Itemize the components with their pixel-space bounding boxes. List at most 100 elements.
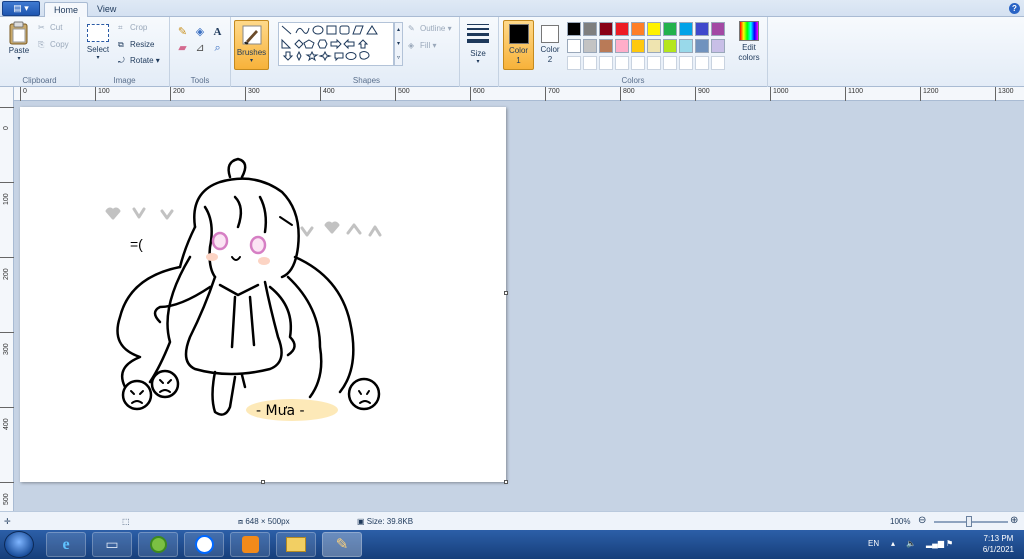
taskbar-folder[interactable] — [276, 532, 316, 557]
select-button[interactable]: Select ▾ — [84, 22, 112, 68]
custom-color-slot[interactable] — [647, 56, 661, 70]
palette-swatch[interactable] — [663, 22, 677, 36]
palette-swatch[interactable] — [679, 39, 693, 53]
shapes-gallery[interactable] — [278, 22, 394, 66]
palette-swatch[interactable] — [679, 22, 693, 36]
cut-button[interactable]: ✂ Cut — [38, 23, 62, 33]
clipboard-group: Paste ▾ ✂ Cut ⎘ Copy Clipboard — [0, 17, 80, 87]
resize-handle-bottom[interactable] — [261, 480, 265, 484]
network-icon[interactable]: ▂▄▆ — [926, 539, 944, 548]
ruler-label: 100 — [95, 87, 110, 101]
ruler-label: 500 — [0, 482, 14, 505]
custom-color-slot[interactable] — [567, 56, 581, 70]
rotate-button[interactable]: ⤾ Rotate ▾ — [118, 56, 160, 66]
tray-overflow-icon[interactable]: ▴ — [891, 539, 895, 548]
crop-button[interactable]: ⌗ Crop — [118, 23, 147, 33]
pencil-icon[interactable]: ✎ — [175, 25, 190, 40]
color2-label: Color 2 — [540, 45, 560, 64]
color1-swatch — [508, 24, 529, 44]
language-indicator[interactable]: EN — [868, 539, 879, 548]
rotate-icon: ⤾ — [118, 56, 125, 65]
eraser-icon[interactable]: ▰ — [175, 41, 190, 56]
color2-button[interactable]: Color 2 — [537, 20, 563, 70]
outline-icon: ✎ — [408, 24, 415, 33]
svg-text:=(: =( — [130, 236, 143, 252]
image-group-label: Image — [113, 76, 136, 85]
file-size-status: ▣ Size: 39.8KB — [357, 517, 413, 526]
palette-swatch[interactable] — [599, 22, 613, 36]
custom-color-slot[interactable] — [711, 56, 725, 70]
palette-swatch[interactable] — [631, 22, 645, 36]
palette-swatch[interactable] — [567, 22, 581, 36]
taskbar-coccoc[interactable] — [138, 532, 178, 557]
edit-colors-button[interactable]: Edit colors — [733, 21, 765, 71]
tray-app-icon[interactable]: ⚑ — [946, 539, 953, 548]
custom-color-slot[interactable] — [695, 56, 709, 70]
volume-icon[interactable]: 🔈 — [906, 539, 916, 548]
system-clock[interactable]: 7:13 PM 6/1/2021 — [983, 533, 1014, 555]
canvas-size-text: 648 × 500px — [245, 517, 290, 526]
shapes-scroll[interactable]: ▴ ▾ ▿ — [394, 22, 403, 66]
palette-swatch[interactable] — [615, 39, 629, 53]
palette-swatch[interactable] — [647, 22, 661, 36]
palette-swatch[interactable] — [567, 39, 581, 53]
zoom-in-button[interactable]: ⊕ — [1010, 515, 1018, 526]
tab-home[interactable]: Home — [44, 2, 89, 17]
resize-icon: ⧉ — [118, 40, 124, 49]
custom-color-slot[interactable] — [679, 56, 693, 70]
resize-handle-right[interactable] — [504, 291, 508, 295]
palette-swatch[interactable] — [583, 39, 597, 53]
outline-label: Outline — [420, 24, 446, 34]
clipboard-group-label: Clipboard — [22, 76, 57, 85]
custom-color-slot[interactable] — [663, 56, 677, 70]
text-icon[interactable]: A — [210, 26, 225, 41]
drawing-canvas[interactable]: =(- Mưa - — [20, 107, 508, 484]
scissors-icon: ✂ — [38, 23, 45, 32]
paste-button[interactable]: Paste ▾ — [5, 21, 33, 67]
zoom-slider[interactable] — [934, 516, 1008, 527]
palette-swatch[interactable] — [583, 22, 597, 36]
fill-button[interactable]: ◈ Fill ▾ — [408, 41, 436, 51]
zoom-slider-thumb[interactable] — [966, 516, 972, 527]
palette-swatch[interactable] — [711, 39, 725, 53]
taskbar-media-player[interactable] — [230, 532, 270, 557]
tab-strip: ▤ ▾ Home View ? — [0, 0, 1024, 17]
zoom-out-button[interactable]: ⊖ — [918, 515, 926, 526]
resize-label: Resize — [130, 40, 155, 50]
palette-swatch[interactable] — [695, 22, 709, 36]
help-icon[interactable]: ? — [1009, 3, 1020, 14]
tab-view[interactable]: View — [88, 2, 125, 17]
resize-handle-corner[interactable] — [504, 480, 508, 484]
outline-button[interactable]: ✎ Outline ▾ — [408, 24, 452, 34]
app-menu-button[interactable]: ▤ ▾ — [2, 1, 40, 16]
size-button[interactable]: Size ▾ — [463, 20, 493, 70]
taskbar-paint[interactable]: ✎ — [322, 532, 362, 557]
custom-color-slot[interactable] — [583, 56, 597, 70]
magnifier-icon[interactable]: ⌕ — [210, 42, 225, 57]
palette-swatch[interactable] — [663, 39, 677, 53]
color1-button[interactable]: Color 1 — [503, 20, 534, 70]
browser-icon — [149, 536, 167, 553]
copy-label: Copy — [50, 40, 69, 50]
resize-button[interactable]: ⧉ Resize — [118, 40, 154, 50]
start-button[interactable] — [4, 531, 34, 558]
custom-color-slot[interactable] — [615, 56, 629, 70]
taskbar-zalo[interactable] — [184, 532, 224, 557]
taskbar-explorer-pc[interactable]: ▭ — [92, 532, 132, 557]
color-picker-icon[interactable]: ⊿ — [193, 41, 208, 56]
palette-swatch[interactable] — [615, 22, 629, 36]
bucket-icon: ◈ — [408, 41, 415, 50]
palette-swatch[interactable] — [695, 39, 709, 53]
brushes-button[interactable]: Brushes ▾ — [234, 20, 269, 70]
palette-swatch[interactable] — [647, 39, 661, 53]
fill-icon[interactable]: ◈ — [193, 25, 208, 40]
size-label: Size — [470, 49, 486, 58]
palette-swatch[interactable] — [631, 39, 645, 53]
copy-button[interactable]: ⎘ Copy — [38, 40, 69, 50]
palette-swatch[interactable] — [711, 22, 725, 36]
ruler-label: 400 — [0, 407, 14, 430]
taskbar-ie[interactable]: e — [46, 532, 86, 557]
custom-color-slot[interactable] — [599, 56, 613, 70]
custom-color-slot[interactable] — [631, 56, 645, 70]
palette-swatch[interactable] — [599, 39, 613, 53]
